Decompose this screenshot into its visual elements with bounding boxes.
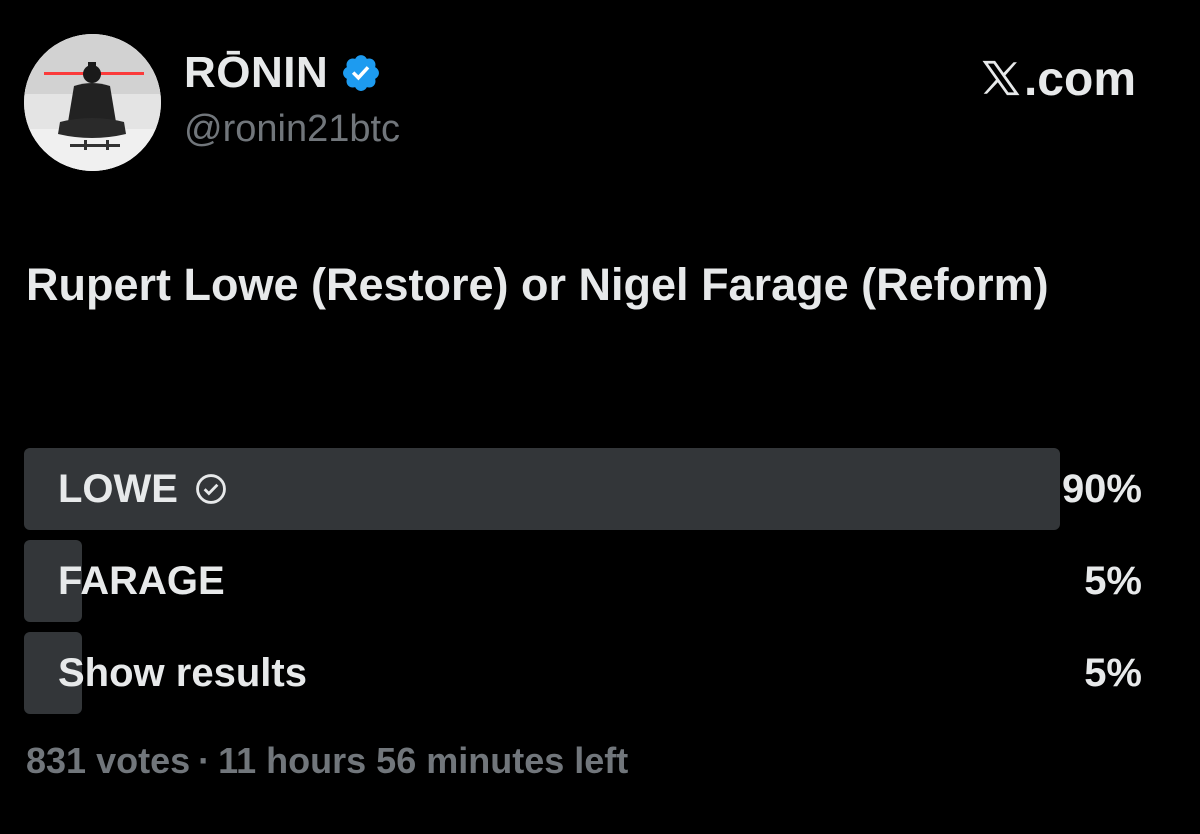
poll-option-label: LOWE [58, 467, 228, 512]
poll-option-text: FARAGE [58, 558, 225, 603]
avatar-image [24, 34, 161, 171]
source-label[interactable]: .com [980, 52, 1136, 107]
author-handle[interactable]: @ronin21btc [184, 108, 400, 151]
poll-option-lowe[interactable]: LOWE 90% [24, 448, 1144, 530]
poll-option-label: Show results [58, 651, 307, 696]
poll-option-farage[interactable]: FARAGE 5% [24, 540, 1144, 622]
x-logo-icon [982, 60, 1020, 96]
poll-option-percent: 90% [1061, 466, 1142, 511]
poll-option-show-results[interactable]: Show results 5% [24, 632, 1144, 714]
avatar[interactable] [24, 34, 161, 171]
post-text: Rupert Lowe (Restore) or Nigel Farage (R… [26, 259, 1049, 310]
tweet-card: RŌNIN @ronin21btc .com Rupert Lowe (Rest… [0, 0, 1200, 834]
author-name[interactable]: RŌNIN [184, 48, 328, 98]
poll-vote-count: 831 votes [26, 740, 191, 781]
poll-option-percent: 5% [1084, 558, 1142, 603]
poll-meta: 831 votes · 11 hours 56 minutes left [26, 740, 628, 782]
source-domain: .com [1023, 53, 1136, 106]
check-circle-icon [196, 474, 226, 504]
poll-time-left: 11 hours 56 minutes left [218, 740, 629, 781]
poll: LOWE 90% FARAGE 5% Show results 5% [24, 448, 1144, 724]
poll-option-text: LOWE [58, 466, 178, 511]
poll-meta-separator: · [198, 740, 211, 781]
poll-option-text: Show results [58, 650, 307, 695]
poll-option-percent: 5% [1084, 650, 1142, 695]
verified-badge-icon [343, 55, 380, 91]
author-display-name[interactable]: RŌNIN [184, 48, 382, 98]
poll-option-label: FARAGE [58, 559, 225, 604]
